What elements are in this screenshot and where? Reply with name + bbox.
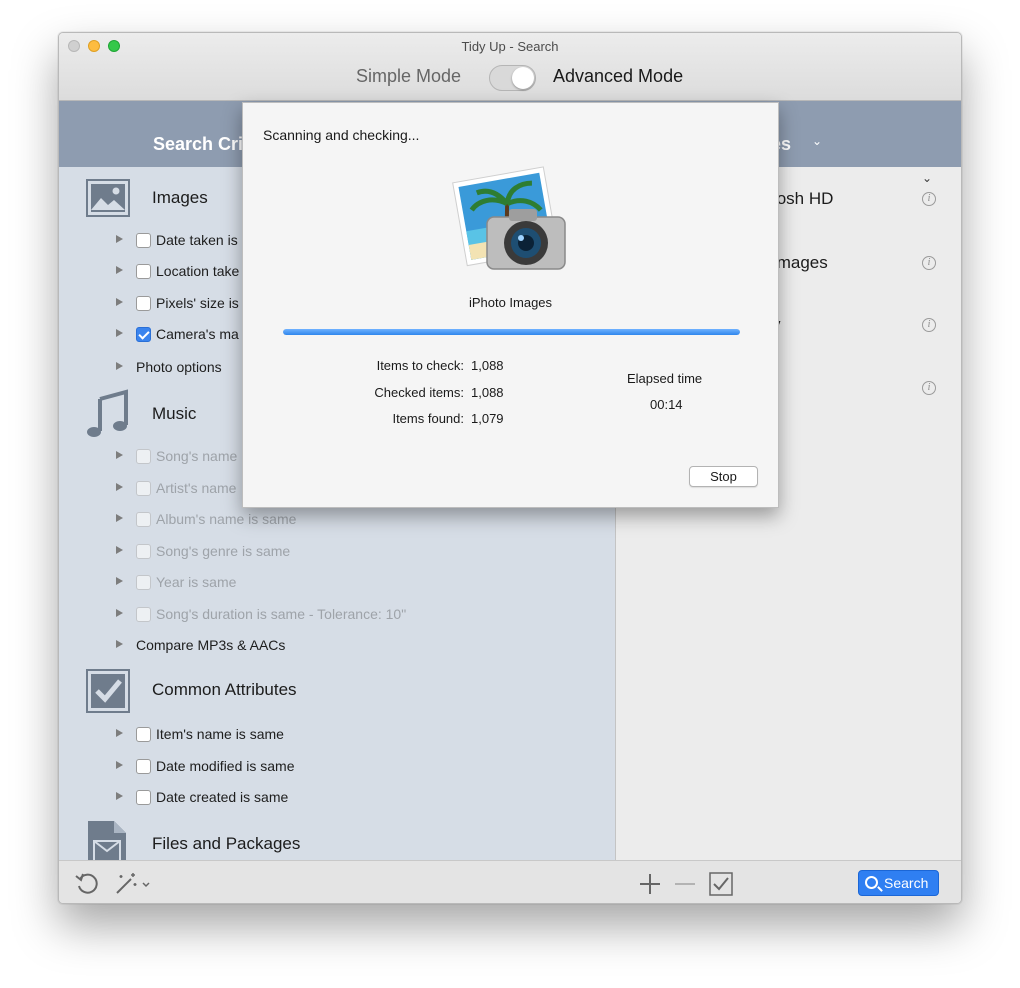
disclosure-triangle-icon[interactable] — [116, 761, 123, 769]
advanced-mode-label[interactable]: Advanced Mode — [553, 66, 683, 87]
image-icon — [86, 179, 130, 217]
chevron-down-icon[interactable]: ⌄ — [812, 134, 822, 148]
bottom-toolbar: Search — [59, 860, 961, 903]
place-item[interactable]: Images — [772, 253, 828, 273]
stop-button[interactable]: Stop — [689, 466, 758, 487]
criteria-row[interactable]: Song's genre is same — [59, 543, 615, 563]
undo-icon[interactable] — [74, 871, 100, 897]
simple-mode-label[interactable]: Simple Mode — [356, 66, 461, 87]
chevron-down-icon[interactable]: ⌄ — [922, 171, 932, 185]
disclosure-triangle-icon[interactable] — [116, 577, 123, 585]
plus-icon[interactable] — [639, 873, 661, 895]
criteria-row[interactable]: Compare MP3s & AACs — [59, 637, 615, 657]
minus-icon[interactable] — [674, 873, 696, 895]
checkbox[interactable] — [136, 264, 151, 279]
disclosure-triangle-icon[interactable] — [116, 329, 123, 337]
checkbox[interactable] — [136, 575, 151, 590]
criteria-label: Date modified is same — [156, 758, 295, 774]
disclosure-triangle-icon[interactable] — [116, 451, 123, 459]
criteria-label: Item's name is same — [156, 726, 284, 742]
scan-progress-bar — [283, 329, 740, 335]
app-window: Tidy Up - Search Simple Mode Advanced Mo… — [58, 32, 962, 904]
criteria-row[interactable]: Date modified is same — [59, 758, 615, 778]
info-icon[interactable]: i — [922, 256, 936, 270]
checkbox[interactable] — [136, 544, 151, 559]
scanning-sheet: Scanning and checking... iPhoto Images I… — [242, 102, 779, 508]
info-icon[interactable]: i — [922, 192, 936, 206]
section-title-files-packages: Files and Packages — [152, 834, 301, 853]
checkbox[interactable] — [136, 790, 151, 805]
search-button-label: Search — [884, 875, 929, 891]
checkbox[interactable] — [136, 481, 151, 496]
criteria-label: Compare MP3s & AACs — [136, 637, 286, 653]
sheet-title: Scanning and checking... — [263, 127, 420, 143]
items-to-check-value: 1,088 — [471, 358, 504, 373]
place-item[interactable]: tosh HD — [772, 189, 833, 209]
criteria-label: Year is same — [156, 574, 237, 590]
disclosure-triangle-icon[interactable] — [116, 483, 123, 491]
info-icon[interactable]: i — [922, 381, 936, 395]
iphoto-icon — [452, 166, 566, 270]
criteria-label: Date taken is — [156, 232, 238, 248]
criteria-label: Song's duration is same - Tolerance: 10" — [156, 606, 407, 622]
checkbox[interactable] — [136, 449, 151, 464]
checkbox-icon[interactable] — [709, 872, 733, 896]
disclosure-triangle-icon[interactable] — [116, 514, 123, 522]
criteria-label: Date created is same — [156, 789, 289, 805]
checked-items-label: Checked items: — [374, 385, 464, 400]
criteria-row[interactable]: Item's name is same — [59, 726, 615, 746]
magic-wand-icon[interactable] — [113, 871, 153, 897]
criteria-label: Pixels' size is — [156, 295, 239, 311]
checkbox-checked[interactable] — [136, 327, 151, 342]
criteria-row[interactable]: Album's name is same — [59, 511, 615, 531]
checkbox[interactable] — [136, 296, 151, 311]
criteria-label: Song's name — [156, 448, 238, 464]
checkbox[interactable] — [136, 727, 151, 742]
elapsed-time-label: Elapsed time — [627, 371, 703, 386]
criteria-row[interactable]: Song's duration is same - Tolerance: 10" — [59, 606, 615, 626]
items-found-label: Items found: — [392, 411, 464, 426]
criteria-row[interactable]: Year is same — [59, 574, 615, 594]
disclosure-triangle-icon[interactable] — [116, 729, 123, 737]
mode-toggle[interactable] — [489, 65, 536, 91]
checked-items-value: 1,088 — [471, 385, 504, 400]
criteria-label: Album's name is same — [156, 511, 297, 527]
search-criteria-header: Search Cri — [153, 134, 244, 154]
criteria-label: Location take — [156, 263, 240, 279]
disclosure-triangle-icon[interactable] — [116, 640, 123, 648]
elapsed-time-value: 00:14 — [650, 397, 683, 412]
disclosure-triangle-icon[interactable] — [116, 235, 123, 243]
search-icon — [865, 876, 878, 889]
music-note-icon — [87, 389, 128, 437]
items-found-value: 1,079 — [471, 411, 504, 426]
progress-fill — [283, 329, 740, 335]
scan-source-name: iPhoto Images — [468, 295, 553, 310]
items-to-check-label: Items to check: — [376, 358, 464, 373]
disclosure-triangle-icon[interactable] — [116, 266, 123, 274]
section-title-music: Music — [152, 404, 197, 423]
info-icon[interactable]: i — [922, 318, 936, 332]
disclosure-triangle-icon[interactable] — [116, 792, 123, 800]
checkbox[interactable] — [136, 607, 151, 622]
disclosure-triangle-icon[interactable] — [116, 609, 123, 617]
titlebar: Tidy Up - Search Simple Mode Advanced Mo… — [59, 33, 961, 101]
checkbox-icon — [86, 669, 130, 713]
section-title-images: Images — [152, 188, 208, 207]
file-package-icon — [88, 821, 126, 860]
toggle-knob — [512, 67, 534, 89]
disclosure-triangle-icon[interactable] — [116, 546, 123, 554]
section-title-common-attributes: Common Attributes — [152, 680, 297, 699]
criteria-row[interactable]: Date created is same — [59, 789, 615, 809]
window-title: Tidy Up - Search — [461, 39, 559, 54]
criteria-label: Artist's name — [156, 480, 237, 496]
criteria-label: Camera's ma — [156, 326, 239, 342]
disclosure-triangle-icon[interactable] — [116, 362, 123, 370]
criteria-label: Photo options — [136, 359, 222, 375]
checkbox[interactable] — [136, 512, 151, 527]
criteria-label: Song's genre is same — [156, 543, 291, 559]
checkbox[interactable] — [136, 233, 151, 248]
checkbox[interactable] — [136, 759, 151, 774]
search-button[interactable]: Search — [858, 870, 939, 896]
disclosure-triangle-icon[interactable] — [116, 298, 123, 306]
